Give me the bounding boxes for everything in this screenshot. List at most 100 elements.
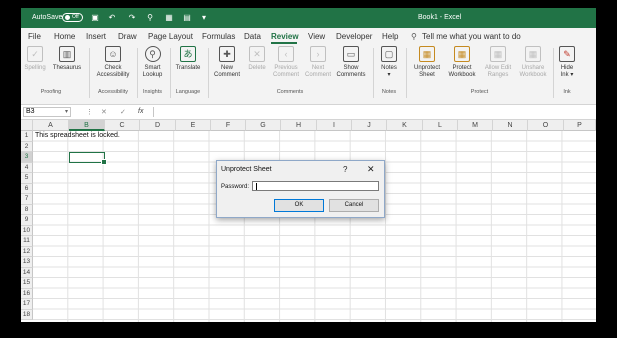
next-comment-button[interactable]: › Next Comment — [304, 46, 332, 79]
name-box[interactable]: B3 ▾ — [23, 107, 71, 117]
row-header[interactable]: 17 — [21, 299, 33, 310]
text-caret — [256, 183, 257, 190]
spelling-button[interactable]: ✓ Spelling — [24, 46, 46, 72]
column-header[interactable]: N — [493, 120, 528, 131]
row-header[interactable]: 10 — [21, 225, 33, 236]
paint-icon[interactable]: ⚲ — [145, 13, 155, 23]
smart-lookup-button[interactable]: ⚲ Smart Lookup — [140, 46, 165, 79]
insert-function-icon[interactable]: fx — [138, 108, 143, 115]
column-header[interactable]: F — [211, 120, 246, 131]
row-header[interactable]: 15 — [21, 278, 33, 289]
close-icon[interactable]: ✕ — [367, 164, 375, 175]
hide-ink-button[interactable]: ✎ Hide Ink ▾ — [557, 46, 577, 79]
row-header[interactable]: 12 — [21, 246, 33, 257]
unprotect-sheet-dialog: Unprotect Sheet ? ✕ Password: OK Cancel — [216, 160, 385, 218]
allow-edit-ranges-button[interactable]: ▦ Allow Edit Ranges — [481, 46, 515, 79]
tab-file[interactable]: File — [28, 32, 41, 41]
column-header[interactable]: C — [105, 120, 140, 131]
row-header[interactable]: 16 — [21, 288, 33, 299]
thesaurus-button[interactable]: ▥ Thesaurus — [52, 46, 82, 72]
column-header[interactable]: P — [564, 120, 596, 131]
notes-label: Notes — [381, 65, 397, 71]
column-header[interactable]: J — [352, 120, 387, 131]
tab-view[interactable]: View — [308, 32, 325, 41]
tab-insert[interactable]: Insert — [86, 32, 106, 41]
column-header[interactable]: L — [423, 120, 458, 131]
cell-a1[interactable]: This spreadsheet is locked. — [35, 132, 120, 139]
ribbon-divider — [553, 48, 554, 98]
tab-review[interactable]: Review — [271, 32, 299, 41]
row-header[interactable]: 1 — [21, 131, 33, 142]
row-header[interactable]: 7 — [21, 194, 33, 205]
tab-data[interactable]: Data — [244, 32, 261, 41]
new-comment-button[interactable]: ✚ New Comment — [212, 46, 242, 79]
help-icon[interactable]: ? — [343, 165, 347, 174]
box-icon[interactable]: ▤ — [182, 13, 192, 23]
autosave-toggle[interactable]: Off — [62, 13, 83, 22]
column-header[interactable]: G — [246, 120, 281, 131]
row-header[interactable]: 5 — [21, 173, 33, 184]
formula-input[interactable] — [153, 107, 594, 117]
check-accessibility-button[interactable]: ☺ Check Accessibility — [94, 46, 132, 79]
row-header[interactable]: 4 — [21, 162, 33, 173]
fill-handle[interactable] — [101, 159, 107, 165]
save-icon[interactable]: ▣ — [90, 13, 100, 23]
cancel-entry-icon[interactable]: ✕ — [101, 108, 107, 116]
tab-help[interactable]: Help — [382, 32, 398, 41]
delete-comment-button[interactable]: ✕ Delete — [245, 46, 269, 72]
tab-page-layout[interactable]: Page Layout — [148, 32, 193, 41]
confirm-entry-icon[interactable]: ✓ — [120, 108, 126, 116]
column-header[interactable]: A — [33, 120, 69, 131]
row-header[interactable]: 18 — [21, 309, 33, 320]
column-header[interactable]: E — [176, 120, 211, 131]
tab-draw[interactable]: Draw — [118, 32, 137, 41]
translate-button[interactable]: あ Translate — [173, 46, 203, 72]
cancel-button[interactable]: Cancel — [329, 199, 379, 212]
notes-button[interactable]: ▢ Notes ▾ — [377, 46, 401, 79]
password-field[interactable] — [252, 181, 379, 191]
ok-button[interactable]: OK — [274, 199, 324, 212]
protect-workbook-icon: ▦ — [454, 46, 470, 62]
thesaurus-label: Thesaurus — [52, 65, 82, 71]
active-cell-b3[interactable] — [69, 152, 107, 165]
column-header[interactable]: M — [458, 120, 493, 131]
tab-developer[interactable]: Developer — [336, 32, 372, 41]
previous-comment-button[interactable]: ‹ Previous Comment — [271, 46, 301, 79]
undo-icon[interactable]: ↶ — [107, 13, 117, 23]
delete-comment-icon: ✕ — [249, 46, 265, 62]
column-header[interactable]: K — [387, 120, 423, 131]
title-bar: AutoSave Off ▣ ↶ ↷ ⚲ ▦ ▤ ▾ Book1 - Excel — [21, 8, 596, 28]
chevron-down-icon[interactable]: ▾ — [65, 108, 68, 116]
row-header[interactable]: 2 — [21, 141, 33, 152]
row-header[interactable]: 8 — [21, 204, 33, 215]
redo-icon[interactable]: ↷ — [127, 13, 137, 23]
unprotect-sheet-button[interactable]: ▦ Unprotect Sheet — [410, 46, 444, 79]
row-header[interactable]: 11 — [21, 236, 33, 247]
column-header[interactable]: I — [317, 120, 352, 131]
tab-home[interactable]: Home — [54, 32, 75, 41]
ink-group-label: Ink — [563, 89, 571, 95]
show-comments-button[interactable]: ▭ Show Comments — [334, 46, 368, 79]
previous-comment-icon: ‹ — [278, 46, 294, 62]
customize-icon[interactable]: ▦ — [164, 13, 174, 23]
column-header[interactable]: H — [281, 120, 317, 131]
lightbulb-icon: ⚲ — [411, 32, 417, 41]
row-header[interactable]: 6 — [21, 183, 33, 194]
document-title: Book1 - Excel — [418, 14, 462, 21]
unshare-workbook-button[interactable]: ▦ Unshare Workbook — [517, 46, 549, 79]
row-header[interactable]: 14 — [21, 267, 33, 278]
hide-label-1: Hide — [560, 65, 574, 71]
tell-me-search[interactable]: Tell me what you want to do — [422, 32, 521, 41]
column-header[interactable]: D — [140, 120, 176, 131]
select-all-corner[interactable] — [21, 120, 33, 131]
new-label-2: Comment — [213, 72, 240, 78]
column-header[interactable]: O — [528, 120, 564, 131]
protect-workbook-button[interactable]: ▦ Protect Workbook — [446, 46, 478, 79]
row-header-selected[interactable]: 3 — [21, 152, 33, 163]
more-icon[interactable]: ▾ — [199, 13, 209, 23]
tab-formulas[interactable]: Formulas — [202, 32, 235, 41]
column-header-selected[interactable]: B — [69, 120, 105, 131]
row-header[interactable]: 13 — [21, 257, 33, 268]
row-header[interactable]: 9 — [21, 215, 33, 226]
smart-label-2: Lookup — [142, 72, 163, 78]
